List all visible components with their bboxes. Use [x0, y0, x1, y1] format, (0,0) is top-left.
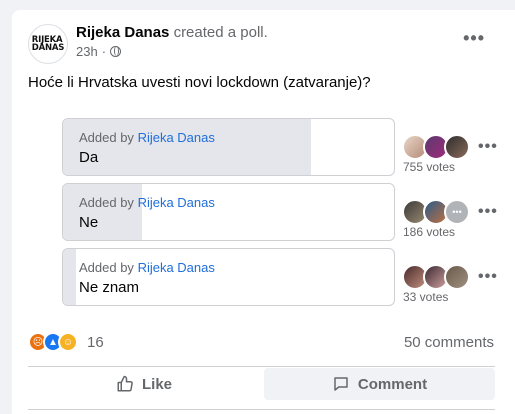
poll-option-label: Ne znam [79, 279, 140, 296]
poll-option-added-by: Added by Rijeka Danas [79, 130, 215, 145]
poll-option-label: Ne [79, 214, 99, 231]
voter-avatar [444, 264, 470, 290]
reaction-count: 16 [87, 333, 104, 351]
poll-option-fill [63, 249, 77, 305]
comment-button[interactable]: Comment [264, 368, 495, 400]
poll-question: Hoće li Hrvatska uvesti novi lockdown (z… [28, 74, 371, 91]
like-button[interactable]: Like [28, 368, 260, 400]
poll-option-voters[interactable]: ••• [402, 199, 474, 227]
post-card: RIJEKA DANAS Rijeka Danas created a poll… [12, 10, 515, 414]
thumbs-up-icon [117, 375, 133, 392]
poll-option-votes[interactable]: 755 votes [403, 160, 455, 174]
divider [28, 366, 495, 367]
poll-option-more-icon[interactable]: ••• [478, 138, 498, 156]
globe-icon [110, 46, 122, 57]
poll-option-more-icon[interactable]: ••• [478, 268, 498, 286]
poll-option-label: Da [79, 149, 99, 166]
post-meta: 23h · [76, 44, 122, 59]
poll-option-ne[interactable]: Added by Rijeka Danas Ne [62, 183, 395, 241]
poll-option-votes[interactable]: 186 votes [403, 225, 455, 239]
poll-option-fill [63, 184, 143, 240]
more-voters-icon: ••• [444, 199, 470, 225]
poll-option-ne-znam[interactable]: Added by Rijeka Danas Ne znam [62, 248, 395, 306]
comment-icon [334, 377, 348, 391]
poll-option-voters[interactable] [402, 134, 474, 162]
divider [28, 409, 495, 410]
comment-label: Comment [357, 375, 428, 393]
comments-count-link[interactable]: 50 comments [404, 334, 494, 351]
poll-option-added-by: Added by Rijeka Danas [79, 195, 215, 210]
poll-option-added-by: Added by Rijeka Danas [79, 260, 215, 275]
added-by-link[interactable]: Rijeka Danas [138, 260, 215, 275]
voter-avatar [444, 134, 470, 160]
added-by-link[interactable]: Rijeka Danas [138, 195, 215, 210]
poll-option-votes[interactable]: 33 votes [403, 290, 448, 304]
post-more-options-icon[interactable]: ••• [463, 28, 485, 49]
poll-option-voters[interactable] [402, 264, 474, 292]
poll-option-more-icon[interactable]: ••• [478, 203, 498, 221]
reactions-summary[interactable]: ☹ ▲ ☺ 16 [28, 332, 104, 352]
added-by-link[interactable]: Rijeka Danas [138, 130, 215, 145]
poll-option-fill [63, 119, 312, 175]
like-label: Like [141, 375, 172, 393]
page-logo: RIJEKA DANAS [31, 35, 65, 53]
page-avatar[interactable]: RIJEKA DANAS [28, 24, 68, 64]
post-action-text: created a poll. [173, 24, 268, 41]
haha-icon: ☺ [58, 332, 78, 352]
poll-option-da[interactable]: Added by Rijeka Danas Da [62, 118, 395, 176]
post-timestamp[interactable]: 23h [76, 44, 98, 59]
post-header-title: Rijeka Danas created a poll. [76, 24, 268, 41]
page-name-link[interactable]: Rijeka Danas [76, 24, 169, 41]
